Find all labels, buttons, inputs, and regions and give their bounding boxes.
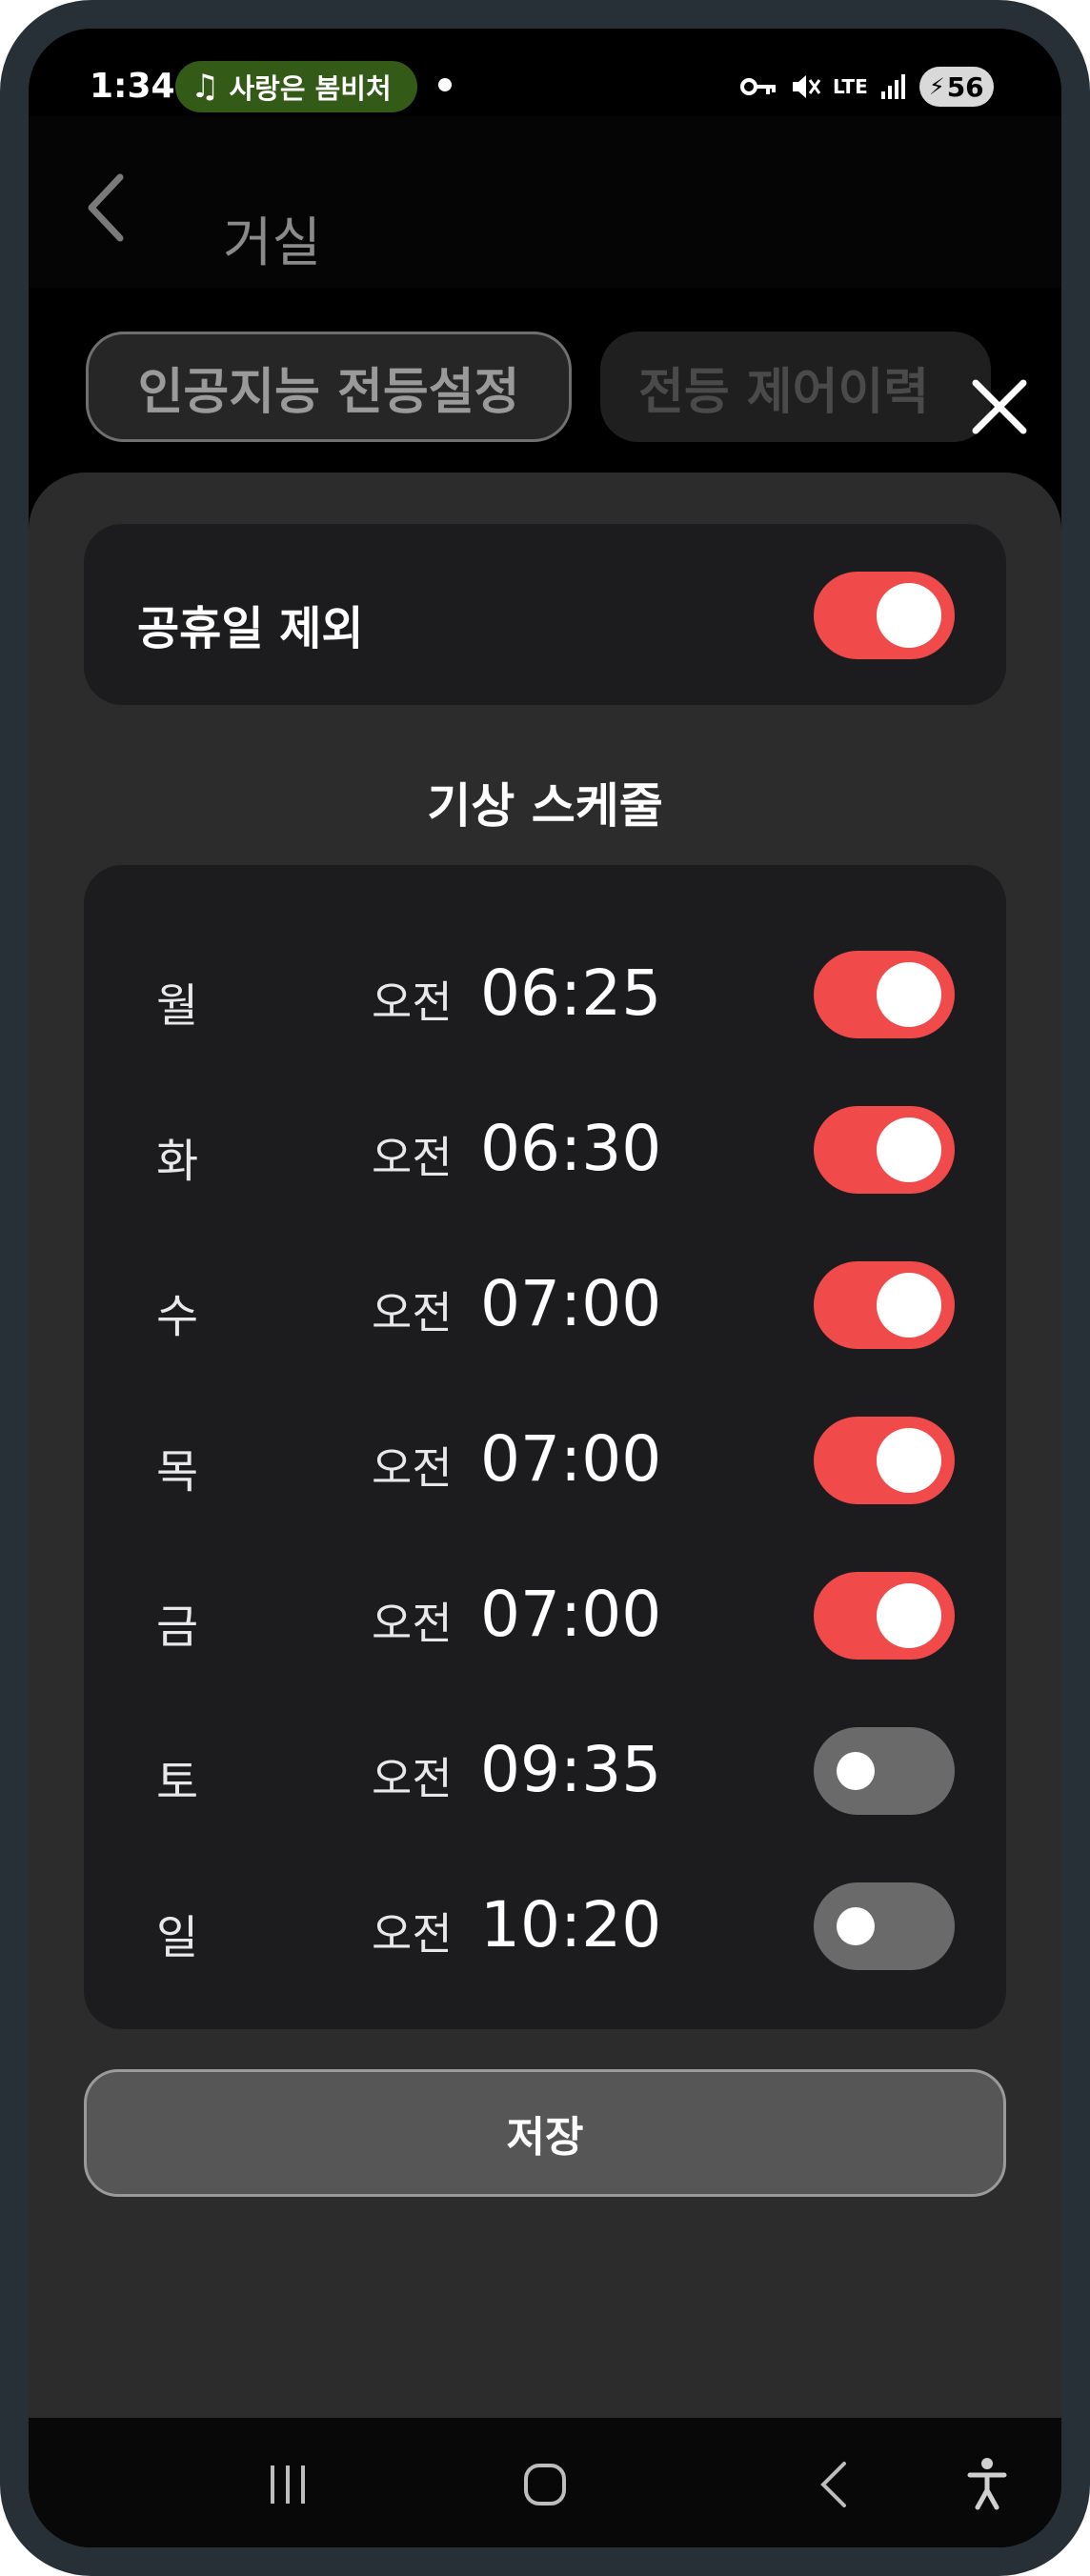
schedule-time[interactable]: 07:00 xyxy=(480,1422,661,1496)
schedule-time[interactable]: 06:30 xyxy=(480,1112,661,1185)
schedule-ampm: 오전 xyxy=(372,1753,453,1804)
schedule-row-fri[interactable]: 금 오전 07:00 xyxy=(84,1553,1006,1677)
tab-light-control-history[interactable]: 전등 제어이력 xyxy=(600,332,991,442)
schedule-row-sat[interactable]: 토 오전 09:35 xyxy=(84,1708,1006,1832)
toggle-knob xyxy=(877,1117,941,1182)
back-icon xyxy=(820,2462,846,2507)
tab-ai-light-settings[interactable]: 인공지능 전등설정 xyxy=(86,332,572,442)
nav-recents-button[interactable] xyxy=(250,2446,326,2523)
schedule-ampm: 오전 xyxy=(372,1287,453,1338)
holiday-exclude-label: 공휴일 제외 xyxy=(137,602,364,655)
toggle-knob xyxy=(877,583,941,648)
schedule-time[interactable]: 09:35 xyxy=(480,1733,661,1806)
bottom-sheet: 공휴일 제외 기상 스케줄 월 오전 06:25 화 오전 06:30 수 오전… xyxy=(29,473,1061,2435)
schedule-time[interactable]: 07:00 xyxy=(480,1267,661,1340)
schedule-day: 목 xyxy=(156,1445,199,1499)
status-icons: LTE ⚡ 56 xyxy=(739,63,994,111)
schedule-toggle-tue[interactable] xyxy=(814,1106,955,1194)
system-nav-bar xyxy=(29,2418,1061,2547)
schedule-ampm: 오전 xyxy=(372,1598,453,1649)
schedule-row-sun[interactable]: 일 오전 10:20 xyxy=(84,1863,1006,1987)
schedule-day: 수 xyxy=(156,1290,199,1343)
schedule-toggle-thu[interactable] xyxy=(814,1417,955,1504)
schedule-card: 월 오전 06:25 화 오전 06:30 수 오전 07:00 목 오전 07… xyxy=(84,865,1006,2029)
schedule-ampm: 오전 xyxy=(372,1908,453,1960)
schedule-row-mon[interactable]: 월 오전 06:25 xyxy=(84,932,1006,1056)
schedule-day: 금 xyxy=(156,1600,199,1654)
schedule-day: 월 xyxy=(156,979,199,1033)
toggle-knob xyxy=(837,1752,875,1790)
signal-icon xyxy=(880,74,905,99)
battery-indicator: ⚡ 56 xyxy=(918,67,994,107)
music-pill[interactable]: ♫ 사랑은 봄비처 xyxy=(175,61,417,112)
schedule-day: 토 xyxy=(156,1756,199,1809)
schedule-time[interactable]: 06:25 xyxy=(480,956,661,1030)
schedule-time[interactable]: 07:00 xyxy=(480,1578,661,1651)
toggle-knob xyxy=(837,1907,875,1945)
nav-home-button[interactable] xyxy=(507,2446,583,2523)
music-text: 사랑은 봄비처 xyxy=(229,72,392,105)
schedule-row-tue[interactable]: 화 오전 06:30 xyxy=(84,1087,1006,1211)
schedule-ampm: 오전 xyxy=(372,976,453,1028)
battery-bolt-icon: ⚡ xyxy=(928,73,945,100)
chevron-left-icon xyxy=(88,173,124,242)
back-button[interactable] xyxy=(76,170,143,246)
toggle-knob xyxy=(877,1583,941,1648)
save-button[interactable]: 저장 xyxy=(84,2069,1006,2197)
app-bar: 거실 xyxy=(29,116,1061,288)
schedule-ampm: 오전 xyxy=(372,1132,453,1183)
holiday-exclude-toggle[interactable] xyxy=(814,572,955,659)
network-type: LTE xyxy=(833,75,868,98)
status-time: 1:34 xyxy=(90,67,175,106)
nav-accessibility-button[interactable] xyxy=(949,2446,1025,2523)
schedule-toggle-fri[interactable] xyxy=(814,1572,955,1660)
schedule-day: 화 xyxy=(156,1135,199,1188)
key-icon xyxy=(740,78,776,95)
accessibility-icon xyxy=(967,2458,1007,2510)
schedule-day: 일 xyxy=(156,1911,199,1964)
schedule-title: 기상 스케줄 xyxy=(427,778,663,834)
page-title: 거실 xyxy=(223,212,322,274)
battery-level: 56 xyxy=(946,70,984,103)
schedule-toggle-sun[interactable] xyxy=(814,1882,955,1970)
schedule-toggle-mon[interactable] xyxy=(814,951,955,1038)
nav-back-button[interactable] xyxy=(797,2446,873,2523)
home-icon xyxy=(524,2464,566,2506)
schedule-row-wed[interactable]: 수 오전 07:00 xyxy=(84,1242,1006,1366)
schedule-ampm: 오전 xyxy=(372,1442,453,1494)
close-button[interactable] xyxy=(966,373,1033,440)
holiday-exclude-card: 공휴일 제외 xyxy=(84,524,1006,705)
music-note-icon: ♫ xyxy=(191,68,220,106)
toggle-knob xyxy=(877,1273,941,1338)
recents-icon xyxy=(271,2465,305,2504)
mute-icon xyxy=(793,75,821,98)
notification-dot-icon xyxy=(438,78,452,91)
toggle-knob xyxy=(877,1428,941,1493)
close-icon xyxy=(972,379,1027,434)
status-bar: 1:34 ♫ 사랑은 봄비처 LTE ⚡ 56 xyxy=(29,29,1061,116)
schedule-toggle-sat[interactable] xyxy=(814,1727,955,1815)
phone-frame: 1:34 ♫ 사랑은 봄비처 LTE ⚡ 56 거실 인공지능 전등설정 전등 … xyxy=(0,0,1090,2576)
schedule-row-thu[interactable]: 목 오전 07:00 xyxy=(84,1398,1006,1521)
toggle-knob xyxy=(877,962,941,1027)
schedule-time[interactable]: 10:20 xyxy=(480,1888,661,1962)
schedule-toggle-wed[interactable] xyxy=(814,1261,955,1349)
